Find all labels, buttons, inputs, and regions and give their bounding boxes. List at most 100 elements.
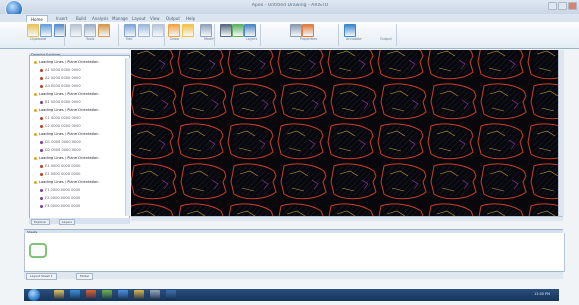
tree-child-item[interactable]: E1 0000 0000 0000 — [40, 164, 80, 169]
tree-item-label: A3 0000 0000 0000 — [45, 84, 81, 88]
tree-child-item[interactable]: A3 0000 0000 0000 — [40, 84, 81, 89]
taskbar-app-icon[interactable] — [102, 290, 112, 300]
tree-item-label: Loading Lines / Plane Orientation — [39, 60, 99, 64]
ribbon-group-label: Properties — [300, 37, 318, 41]
tree-item-label: B1 0000 0000 0000 — [45, 100, 81, 104]
tree-child-item[interactable]: E2 0000 0000 0000 — [40, 172, 80, 177]
tree-item-label: D2 0000 0000 0000 — [45, 148, 81, 152]
taskbar-app-icon[interactable] — [118, 290, 128, 300]
tree-child-item[interactable]: F3 0000 0000 0000 — [40, 204, 80, 209]
ribbon-group-label: Layers — [246, 37, 258, 41]
tree-child-item[interactable]: D2 0000 0000 0000 — [40, 148, 81, 153]
color-button[interactable] — [302, 24, 314, 37]
ribbon-group-label: Edit — [126, 37, 133, 41]
tree-child-item[interactable]: B1 0000 0000 0000 — [40, 100, 81, 105]
taskbar-app-icon[interactable] — [54, 290, 64, 300]
system-clock: 12:00 PM — [534, 292, 550, 296]
part-icon — [40, 84, 43, 88]
part-icon — [40, 148, 43, 152]
export-button[interactable] — [232, 24, 244, 37]
tree-item-label: F2 0000 0000 0000 — [45, 196, 81, 200]
tree-child-item[interactable]: C2 0000 0000 0000 — [40, 124, 81, 129]
ribbon-separator — [338, 24, 339, 46]
ribbon-separator — [214, 24, 215, 46]
tree-item-label: Loading Lines / Plane Orientation — [39, 108, 99, 112]
tree-group-item[interactable]: Loading Lines / Plane Orientation — [34, 108, 98, 113]
window-title: Apex - Untitled Drawing - ARISTO — [251, 3, 329, 8]
cut-button[interactable] — [70, 24, 82, 37]
ribbon-group-label: Clipboard — [30, 37, 47, 41]
sheet-thumbnail[interactable] — [29, 243, 47, 258]
tree-scrollbar[interactable] — [125, 58, 130, 216]
part-icon — [40, 164, 43, 168]
start-button[interactable] — [28, 289, 40, 301]
tab-insert[interactable]: Insert — [52, 15, 71, 22]
part-icon — [40, 188, 43, 192]
tab-view[interactable]: View — [146, 15, 164, 22]
print-button[interactable] — [290, 24, 302, 37]
layer-button[interactable] — [168, 24, 180, 37]
folder-icon — [34, 60, 37, 64]
tree-item-label: D1 0000 0000 0000 — [45, 140, 81, 144]
part-icon — [40, 140, 43, 144]
maximize-button[interactable] — [558, 2, 567, 10]
part-icon — [40, 196, 43, 200]
tree-child-item[interactable]: F1 0000 0000 0000 — [40, 188, 80, 193]
canvas-vertical-scrollbar[interactable] — [558, 50, 564, 216]
folder-icon — [34, 156, 37, 160]
part-icon — [40, 76, 43, 80]
gear-button[interactable] — [244, 24, 256, 37]
tree-child-item[interactable]: F2 0000 0000 0000 — [40, 196, 80, 201]
pan-button[interactable] — [152, 24, 164, 37]
tree-group-item[interactable]: Loading Lines / Plane Orientation — [34, 156, 98, 161]
folder-icon — [34, 92, 37, 96]
paste-button[interactable] — [98, 24, 110, 37]
line-button[interactable] — [200, 24, 212, 37]
tree-item-label: E1 0000 0000 0000 — [45, 164, 81, 168]
tree-group-item[interactable]: Loading Lines / Plane Orientation — [34, 92, 98, 97]
part-icon — [40, 116, 43, 120]
tree-child-item[interactable]: C1 0000 0000 0000 — [40, 116, 81, 121]
tab-layout-sheet[interactable]: Layout Sheet 1 — [26, 273, 57, 280]
part-icon — [40, 204, 43, 208]
folder-icon — [34, 180, 37, 184]
drawing-explorer-tree[interactable]: Loading Lines / Plane Orientation A1 0000… — [29, 55, 130, 220]
close-button[interactable] — [568, 2, 577, 10]
tab-layers[interactable]: Layers — [59, 219, 75, 225]
drawing-graphics — [131, 50, 558, 216]
taskbar-app-icon[interactable] — [150, 290, 160, 300]
minimize-button[interactable] — [548, 2, 557, 10]
ribbon-group-label: Tools — [86, 37, 95, 41]
tree-group-item[interactable]: Loading Lines / Plane Orientation — [34, 60, 98, 65]
explorer-tabs: Explorer Layers — [29, 218, 130, 225]
taskbar-app-icon[interactable] — [134, 290, 144, 300]
select-button[interactable] — [124, 24, 136, 37]
zoom-button[interactable] — [138, 24, 150, 37]
tree-child-item[interactable]: A1 0000 0000 0000 — [40, 68, 81, 73]
part-icon — [40, 100, 43, 104]
taskbar-app-icon[interactable] — [86, 290, 96, 300]
tab-help[interactable]: Help — [182, 15, 199, 22]
help-button[interactable] — [344, 24, 356, 37]
tree-item-label: F1 0000 0000 0000 — [45, 188, 81, 192]
taskbar-app-icon[interactable] — [166, 290, 176, 300]
tree-group-item[interactable]: Loading Lines / Plane Orientation — [34, 132, 98, 137]
tree-group-item[interactable]: Loading Lines / Plane Orientation — [34, 180, 98, 185]
folder-icon — [34, 108, 37, 112]
tab-output[interactable]: Output — [162, 15, 184, 22]
sheet-tabs: Layout Sheet 1 Model — [24, 271, 563, 280]
canvas-horizontal-scrollbar[interactable] — [131, 216, 563, 221]
link-button[interactable] — [220, 24, 232, 37]
open-button[interactable] — [40, 24, 52, 37]
new-button[interactable] — [27, 24, 39, 37]
copy-button[interactable] — [84, 24, 96, 37]
tree-child-item[interactable]: D1 0000 0000 0000 — [40, 140, 81, 145]
tab-explorer[interactable]: Explorer — [31, 219, 50, 225]
part-icon — [40, 124, 43, 128]
sheets-panel — [24, 233, 565, 272]
tree-child-item[interactable]: A2 0000 0000 0000 — [40, 76, 81, 81]
taskbar-app-icon[interactable] — [70, 290, 80, 300]
rectangle-button[interactable] — [182, 24, 194, 37]
drawing-canvas[interactable] — [131, 50, 558, 216]
tab-model[interactable]: Model — [76, 273, 94, 280]
